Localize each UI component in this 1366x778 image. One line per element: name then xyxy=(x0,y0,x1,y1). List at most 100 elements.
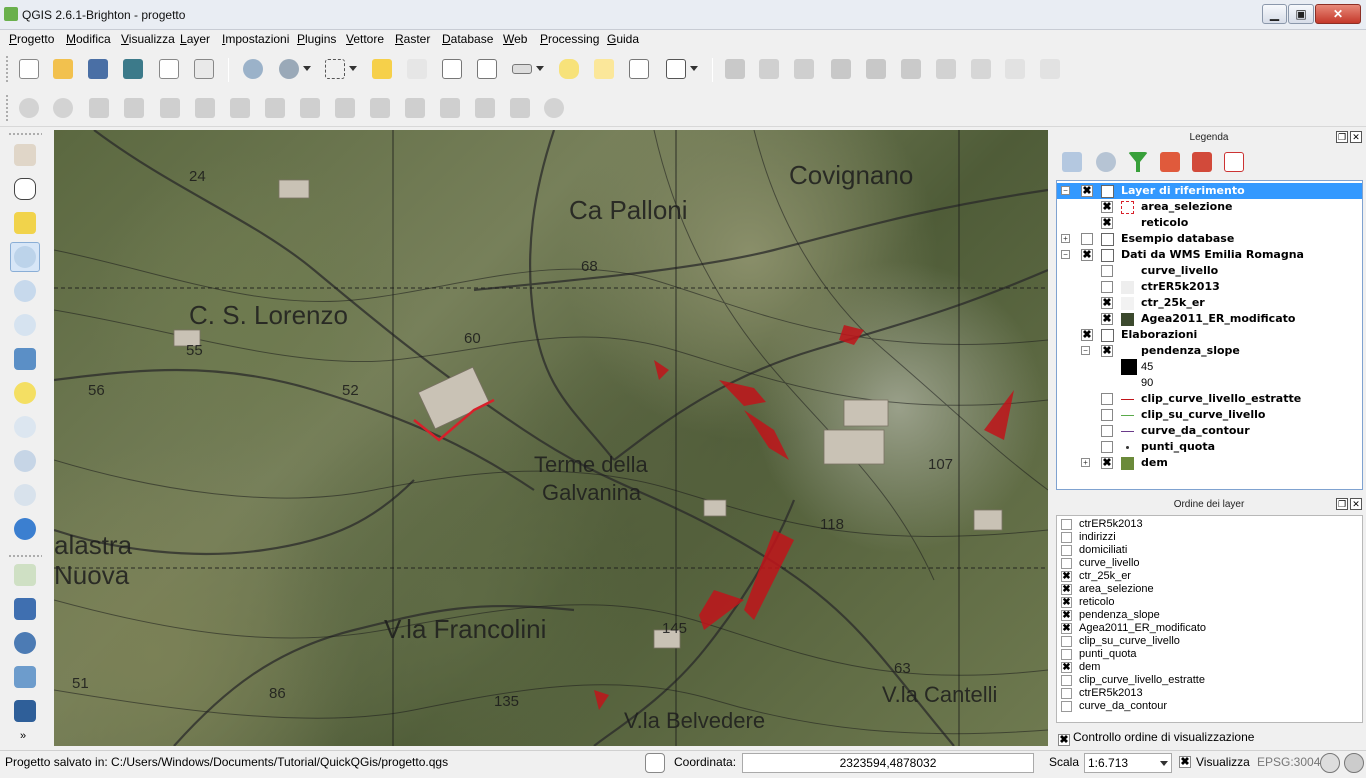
render-order-checkbox[interactable]: ✖ xyxy=(1058,734,1070,746)
layer-visibility-checkbox[interactable] xyxy=(1101,265,1113,277)
identify-icon[interactable] xyxy=(240,56,266,82)
collapse-icon[interactable]: − xyxy=(1061,250,1070,259)
layer-order-item[interactable]: clip_su_curve_livello xyxy=(1057,635,1362,648)
merge-features-icon[interactable] xyxy=(472,95,498,121)
legend-item[interactable]: curve_da_contour xyxy=(1057,423,1362,439)
select-by-expression-icon[interactable] xyxy=(276,56,311,82)
cut-features-icon[interactable] xyxy=(968,56,994,82)
close-panel-icon[interactable]: ✕ xyxy=(1350,498,1362,510)
legend-item[interactable]: − ✖ pendenza_slope xyxy=(1057,343,1362,359)
layer-order-checkbox[interactable]: ✖ xyxy=(1061,662,1072,673)
delete-selected-icon[interactable] xyxy=(933,56,959,82)
layer-order-checkbox[interactable]: ✖ xyxy=(1061,571,1072,582)
maximize-button[interactable]: ▣ xyxy=(1288,4,1314,24)
zoom-actual-size-icon[interactable] xyxy=(10,310,40,340)
layer-order-item[interactable]: curve_livello xyxy=(1057,557,1362,570)
add-part-icon[interactable] xyxy=(192,95,218,121)
new-bookmark-icon[interactable] xyxy=(591,56,617,82)
layer-visibility-checkbox[interactable]: ✖ xyxy=(1101,457,1113,469)
expand-all-icon[interactable] xyxy=(1160,152,1180,172)
menu-visualizza[interactable]: Visualizza xyxy=(121,32,175,46)
legend-tree[interactable]: − ✖ Layer di riferimento ✖ area_selezione ✖ re… xyxy=(1056,180,1363,490)
legend-item[interactable]: clip_su_curve_livello xyxy=(1057,407,1362,423)
layer-order-checkbox[interactable] xyxy=(1061,675,1072,686)
pan-to-selection-icon[interactable] xyxy=(10,208,40,238)
layer-visibility-checkbox[interactable]: ✖ xyxy=(1101,313,1113,325)
select-features-icon[interactable] xyxy=(322,56,357,82)
remove-layer-icon[interactable] xyxy=(1224,152,1244,172)
save-as-icon[interactable] xyxy=(120,56,146,82)
layer-order-checkbox[interactable] xyxy=(1061,649,1072,660)
menu-impostazioni[interactable]: Impostazioni xyxy=(222,32,289,46)
merge-attributes-icon[interactable] xyxy=(507,95,533,121)
new-print-composer-icon[interactable] xyxy=(156,56,182,82)
manage-visibility-icon[interactable] xyxy=(1096,152,1116,172)
toolbar-handle[interactable] xyxy=(8,554,42,558)
legend-item[interactable]: ✖ Agea2011_ER_modificato xyxy=(1057,311,1362,327)
layer-order-item[interactable]: ✖ pendenza_slope xyxy=(1057,609,1362,622)
copy-features-icon[interactable] xyxy=(1002,56,1028,82)
fill-ring-icon[interactable] xyxy=(227,95,253,121)
undo-icon[interactable] xyxy=(16,95,42,121)
menu-processing[interactable]: Processing xyxy=(540,32,599,46)
layer-visibility-checkbox[interactable]: ✖ xyxy=(1101,217,1113,229)
rotate-point-symbols-icon[interactable] xyxy=(541,95,567,121)
layer-order-item[interactable]: ✖ dem xyxy=(1057,661,1362,674)
legend-item[interactable]: 90 xyxy=(1057,375,1362,391)
save-project-icon[interactable] xyxy=(85,56,111,82)
add-postgis-layer-icon[interactable] xyxy=(10,628,40,658)
layer-order-checkbox[interactable]: ✖ xyxy=(1061,623,1072,634)
layer-order-checkbox[interactable] xyxy=(1061,701,1072,712)
redo-icon[interactable] xyxy=(50,95,76,121)
legend-item[interactable]: punti_quota xyxy=(1057,439,1362,455)
close-panel-icon[interactable]: ✕ xyxy=(1350,131,1362,143)
layer-order-item[interactable]: ✖ Agea2011_ER_modificato xyxy=(1057,622,1362,635)
composer-manager-icon[interactable] xyxy=(191,56,217,82)
legend-item[interactable]: ✖ reticolo xyxy=(1057,215,1362,231)
expand-icon[interactable]: + xyxy=(1081,458,1090,467)
menu-plugins[interactable]: Plugins xyxy=(297,32,336,46)
layer-visibility-checkbox[interactable] xyxy=(1101,409,1113,421)
layer-visibility-checkbox[interactable] xyxy=(1101,441,1113,453)
legend-item[interactable]: − ✖ Layer di riferimento xyxy=(1057,183,1362,199)
layer-order-item[interactable]: ctrER5k2013 xyxy=(1057,687,1362,700)
epsg-button[interactable]: EPSG:3004 xyxy=(1257,755,1320,769)
deselect-icon[interactable] xyxy=(369,56,395,82)
layer-order-checkbox[interactable] xyxy=(1061,688,1072,699)
messages-icon[interactable] xyxy=(1344,753,1364,773)
field-calculator-icon[interactable] xyxy=(404,56,430,82)
add-wms-layer-icon[interactable] xyxy=(10,696,40,726)
collapse-icon[interactable]: − xyxy=(1061,186,1070,195)
legend-item[interactable]: + ✖ dem xyxy=(1057,455,1362,471)
show-bookmarks-icon[interactable] xyxy=(626,56,652,82)
legend-item[interactable]: + Esempio database xyxy=(1057,231,1362,247)
simplify-feature-icon[interactable] xyxy=(121,95,147,121)
zoom-to-layer-icon[interactable] xyxy=(10,412,40,442)
coordinate-field[interactable]: 2323594,4878032 xyxy=(742,753,1034,773)
offset-curve-icon[interactable] xyxy=(367,95,393,121)
collapse-all-icon[interactable] xyxy=(1192,152,1212,172)
zoom-next-icon[interactable] xyxy=(10,480,40,510)
zoom-in-icon[interactable] xyxy=(10,242,40,272)
filter-legend-icon[interactable] xyxy=(1128,152,1148,172)
legend-item[interactable]: ✖ ctr_25k_er xyxy=(1057,295,1362,311)
layer-visibility-checkbox[interactable]: ✖ xyxy=(1081,185,1093,197)
float-panel-icon[interactable]: ❐ xyxy=(1336,498,1348,510)
layer-visibility-checkbox[interactable] xyxy=(1081,233,1093,245)
layer-visibility-checkbox[interactable] xyxy=(1101,393,1113,405)
layer-order-item[interactable]: curve_da_contour xyxy=(1057,700,1362,713)
menu-vettore[interactable]: Vettore xyxy=(346,32,384,46)
add-vector-layer-icon[interactable] xyxy=(10,560,40,590)
open-project-icon[interactable] xyxy=(50,56,76,82)
add-spatialite-layer-icon[interactable] xyxy=(10,662,40,692)
delete-part-icon[interactable] xyxy=(297,95,323,121)
new-project-icon[interactable] xyxy=(16,56,42,82)
statistics-icon[interactable] xyxy=(474,56,500,82)
toolbar-handle[interactable] xyxy=(8,132,42,136)
legend-item[interactable]: ctrER5k2013 xyxy=(1057,279,1362,295)
legend-item[interactable]: curve_livello xyxy=(1057,263,1362,279)
minimize-button[interactable]: ▁ xyxy=(1262,4,1287,24)
expand-icon[interactable]: + xyxy=(1061,234,1070,243)
toggle-editing-icon[interactable] xyxy=(756,56,782,82)
legend-item[interactable]: −✖Elaborazioni xyxy=(1057,327,1362,343)
